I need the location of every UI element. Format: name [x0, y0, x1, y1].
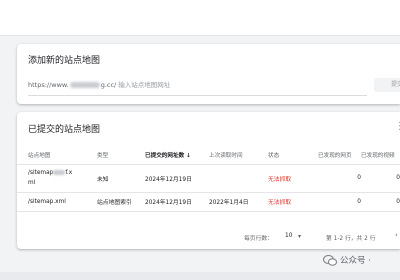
bottom-strip [0, 272, 400, 280]
sitemap-url-field[interactable]: https://www. g.cc/ [28, 80, 367, 96]
submitted-sitemaps-title: 已提交的站点地图 [28, 125, 101, 135]
table-row[interactable]: /sitemap f.x ml 未知 2024年12月19日 无法抓取 0 0 [17, 164, 400, 193]
table-row[interactable]: /sitemap.xml 站点地图索引 2024年12月19日 2022年1月4… [17, 192, 400, 212]
submit-button[interactable]: 提交 [374, 78, 400, 92]
col-submitted[interactable]: 已提交的网址数 ↓ [145, 147, 209, 165]
col-sitemap[interactable]: 站点地图 [17, 147, 97, 165]
sitemaps-table: 站点地图 类型 已提交的网址数 ↓ 上次读取时间 状态 已发现的网页 已发现的视… [17, 147, 400, 212]
discovered-pages: 0 [318, 164, 361, 193]
chevron-left-icon[interactable]: ‹ [395, 231, 398, 239]
last-read-date: 2022年1月4日 [209, 192, 268, 212]
sitemap-url-input[interactable] [118, 80, 259, 90]
vertical-dots-icon[interactable]: ⋮ [395, 120, 400, 134]
submitted-date: 2024年12月19日 [145, 192, 209, 212]
sitemap-path: /sitemap.xml [17, 192, 97, 212]
pagination-bar: 每页行数： 10 ▾ 第 1-2 行，共 2 行 ‹ [17, 231, 400, 245]
col-videos[interactable]: 已发现的视频 [361, 147, 400, 165]
rows-per-page-label: 每页行数： [244, 236, 273, 242]
sitemap-type: 站点地图索引 [97, 192, 145, 212]
arrow-down-icon: ↓ [186, 153, 191, 160]
watermark-text: 公众号 · [340, 256, 371, 266]
top-bar [0, 0, 400, 36]
col-submitted-label: 已提交的网址数 [145, 153, 185, 160]
sitemap-type: 未知 [97, 164, 145, 193]
sitemap-path-line2: ml [28, 180, 36, 186]
submitted-date: 2024年12月19日 [145, 164, 209, 193]
col-type[interactable]: 类型 [97, 147, 145, 165]
sitemap-path: /sitemap f.x ml [17, 164, 97, 193]
status-badge: 无法抓取 [268, 192, 318, 212]
status-badge: 无法抓取 [268, 164, 318, 193]
col-pages[interactable]: 已发现的网页 [318, 147, 361, 165]
redacted-domain [69, 82, 100, 88]
col-last-read[interactable]: 上次读取时间 [209, 147, 268, 165]
sitemap-path-start: /sitemap [28, 170, 54, 176]
submitted-sitemaps-card: 已提交的站点地图 ⋮ 站点地图 类型 已提交的网址数 ↓ 上次读取时间 状态 已… [17, 112, 400, 249]
col-status[interactable]: 状态 [268, 147, 318, 165]
add-sitemap-card: 添加新的站点地图 https://www. g.cc/ 提交 [17, 44, 400, 104]
sitemap-path-tail: f.x [65, 170, 73, 176]
pagination-range: 第 1-2 行，共 2 行 [326, 236, 376, 242]
table-header-row: 站点地图 类型 已提交的网址数 ↓ 上次读取时间 状态 已发现的网页 已发现的视… [17, 147, 400, 165]
discovered-videos: 0 [361, 164, 400, 193]
caret-down-icon[interactable]: ▾ [298, 233, 301, 240]
url-prefix: https://www. [28, 81, 69, 89]
redacted-path [53, 170, 66, 175]
rows-per-page-select[interactable]: 10 [285, 233, 292, 239]
add-sitemap-title: 添加新的站点地图 [28, 56, 101, 66]
watermark: 公众号 · [323, 253, 371, 269]
wechat-logo-icon [323, 255, 337, 266]
last-read-date [209, 164, 268, 193]
url-domain: g.cc/ [100, 81, 117, 89]
discovered-videos: 0 [361, 192, 400, 212]
discovered-pages: 0 [318, 192, 361, 212]
